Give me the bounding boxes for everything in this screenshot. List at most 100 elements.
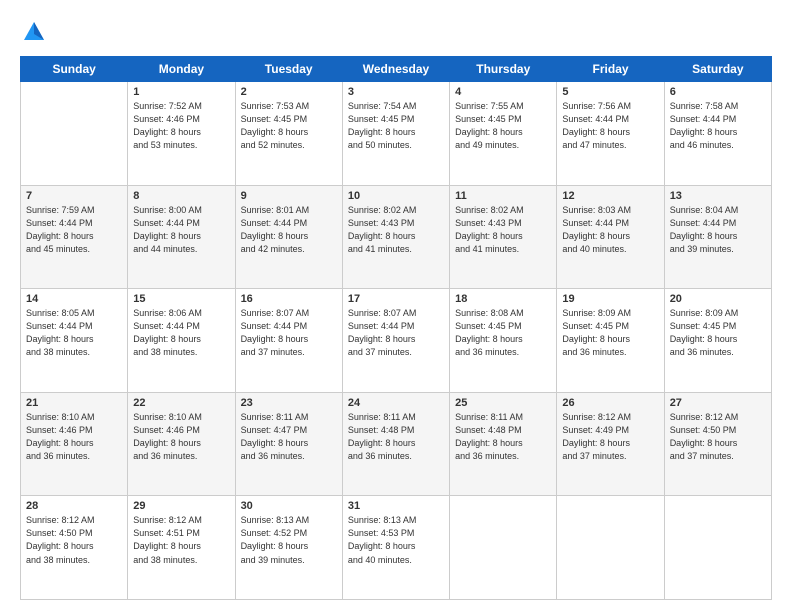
- day-info: Sunrise: 8:12 AM Sunset: 4:49 PM Dayligh…: [562, 411, 658, 463]
- day-number: 29: [133, 500, 229, 512]
- day-number: 16: [241, 293, 337, 305]
- day-number: 14: [26, 293, 122, 305]
- day-number: 30: [241, 500, 337, 512]
- day-number: 26: [562, 397, 658, 409]
- logo-icon: [20, 18, 48, 46]
- calendar-week-row: 7 Sunrise: 7:59 AM Sunset: 4:44 PM Daylig…: [21, 185, 772, 289]
- calendar-cell: 12 Sunrise: 8:03 AM Sunset: 4:44 PM Dayli…: [557, 185, 664, 289]
- day-info: Sunrise: 7:54 AM Sunset: 4:45 PM Dayligh…: [348, 100, 444, 152]
- day-info: Sunrise: 8:00 AM Sunset: 4:44 PM Dayligh…: [133, 204, 229, 256]
- day-info: Sunrise: 8:02 AM Sunset: 4:43 PM Dayligh…: [455, 204, 551, 256]
- day-number: 24: [348, 397, 444, 409]
- page: SundayMondayTuesdayWednesdayThursdayFrid…: [0, 0, 792, 612]
- day-number: 9: [241, 190, 337, 202]
- day-info: Sunrise: 8:02 AM Sunset: 4:43 PM Dayligh…: [348, 204, 444, 256]
- calendar-week-row: 21 Sunrise: 8:10 AM Sunset: 4:46 PM Dayli…: [21, 392, 772, 496]
- calendar-cell: 13 Sunrise: 8:04 AM Sunset: 4:44 PM Dayli…: [664, 185, 771, 289]
- calendar-day-header: Wednesday: [342, 57, 449, 82]
- day-info: Sunrise: 8:12 AM Sunset: 4:50 PM Dayligh…: [670, 411, 766, 463]
- calendar-cell: 2Sunrise: 7:53 AM Sunset: 4:45 PM Daylig…: [235, 82, 342, 186]
- day-info: Sunrise: 8:05 AM Sunset: 4:44 PM Dayligh…: [26, 307, 122, 359]
- calendar-cell: [557, 496, 664, 600]
- calendar-cell: 5 Sunrise: 7:56 AM Sunset: 4:44 PM Daylig…: [557, 82, 664, 186]
- day-info: Sunrise: 7:58 AM Sunset: 4:44 PM Dayligh…: [670, 100, 766, 152]
- calendar-cell: [450, 496, 557, 600]
- calendar-cell: 20 Sunrise: 8:09 AM Sunset: 4:45 PM Dayli…: [664, 289, 771, 393]
- day-info: Sunrise: 8:11 AM Sunset: 4:48 PM Dayligh…: [348, 411, 444, 463]
- calendar-day-header: Monday: [128, 57, 235, 82]
- day-number: 2: [241, 86, 337, 98]
- day-number: 15: [133, 293, 229, 305]
- calendar-cell: 1 Sunrise: 7:52 AM Sunset: 4:46 PM Daylig…: [128, 82, 235, 186]
- day-number: 4: [455, 86, 551, 98]
- day-number: 12: [562, 190, 658, 202]
- day-number: 5: [562, 86, 658, 98]
- calendar-cell: 19 Sunrise: 8:09 AM Sunset: 4:45 PM Dayli…: [557, 289, 664, 393]
- day-info: Sunrise: 8:09 AM Sunset: 4:45 PM Dayligh…: [562, 307, 658, 359]
- calendar-cell: 9 Sunrise: 8:01 AM Sunset: 4:44 PM Daylig…: [235, 185, 342, 289]
- day-info: Sunrise: 8:12 AM Sunset: 4:50 PM Dayligh…: [26, 514, 122, 566]
- calendar-week-row: 1 Sunrise: 7:52 AM Sunset: 4:46 PM Daylig…: [21, 82, 772, 186]
- day-info: Sunrise: 8:13 AM Sunset: 4:53 PM Dayligh…: [348, 514, 444, 566]
- day-number: 1: [133, 86, 229, 98]
- day-number: 31: [348, 500, 444, 512]
- day-number: 23: [241, 397, 337, 409]
- calendar-cell: 27 Sunrise: 8:12 AM Sunset: 4:50 PM Dayli…: [664, 392, 771, 496]
- day-number: 17: [348, 293, 444, 305]
- day-info: Sunrise: 7:52 AM Sunset: 4:46 PM Dayligh…: [133, 100, 229, 152]
- calendar-cell: 30 Sunrise: 8:13 AM Sunset: 4:52 PM Dayli…: [235, 496, 342, 600]
- calendar-cell: 14 Sunrise: 8:05 AM Sunset: 4:44 PM Dayli…: [21, 289, 128, 393]
- day-info: Sunrise: 8:07 AM Sunset: 4:44 PM Dayligh…: [241, 307, 337, 359]
- day-number: 22: [133, 397, 229, 409]
- day-info: Sunrise: 8:06 AM Sunset: 4:44 PM Dayligh…: [133, 307, 229, 359]
- calendar-cell: 3Sunrise: 7:54 AM Sunset: 4:45 PM Daylig…: [342, 82, 449, 186]
- day-info: Sunrise: 7:55 AM Sunset: 4:45 PM Dayligh…: [455, 100, 551, 152]
- day-number: 13: [670, 190, 766, 202]
- day-info: Sunrise: 8:07 AM Sunset: 4:44 PM Dayligh…: [348, 307, 444, 359]
- calendar-cell: 15 Sunrise: 8:06 AM Sunset: 4:44 PM Dayli…: [128, 289, 235, 393]
- calendar-cell: 8 Sunrise: 8:00 AM Sunset: 4:44 PM Daylig…: [128, 185, 235, 289]
- day-number: 20: [670, 293, 766, 305]
- calendar-cell: 28 Sunrise: 8:12 AM Sunset: 4:50 PM Dayli…: [21, 496, 128, 600]
- day-number: 18: [455, 293, 551, 305]
- calendar-cell: 29 Sunrise: 8:12 AM Sunset: 4:51 PM Dayli…: [128, 496, 235, 600]
- calendar-week-row: 14 Sunrise: 8:05 AM Sunset: 4:44 PM Dayli…: [21, 289, 772, 393]
- day-info: Sunrise: 7:56 AM Sunset: 4:44 PM Dayligh…: [562, 100, 658, 152]
- calendar-cell: 17 Sunrise: 8:07 AM Sunset: 4:44 PM Dayli…: [342, 289, 449, 393]
- calendar-cell: 23Sunrise: 8:11 AM Sunset: 4:47 PM Dayli…: [235, 392, 342, 496]
- day-info: Sunrise: 8:04 AM Sunset: 4:44 PM Dayligh…: [670, 204, 766, 256]
- day-number: 19: [562, 293, 658, 305]
- calendar-cell: [664, 496, 771, 600]
- day-info: Sunrise: 8:13 AM Sunset: 4:52 PM Dayligh…: [241, 514, 337, 566]
- calendar-cell: [21, 82, 128, 186]
- day-info: Sunrise: 8:09 AM Sunset: 4:45 PM Dayligh…: [670, 307, 766, 359]
- calendar-day-header: Friday: [557, 57, 664, 82]
- calendar-cell: 31 Sunrise: 8:13 AM Sunset: 4:53 PM Dayli…: [342, 496, 449, 600]
- day-number: 28: [26, 500, 122, 512]
- day-number: 10: [348, 190, 444, 202]
- calendar-cell: 10 Sunrise: 8:02 AM Sunset: 4:43 PM Dayli…: [342, 185, 449, 289]
- day-info: Sunrise: 7:59 AM Sunset: 4:44 PM Dayligh…: [26, 204, 122, 256]
- calendar-cell: 16 Sunrise: 8:07 AM Sunset: 4:44 PM Dayli…: [235, 289, 342, 393]
- day-number: 27: [670, 397, 766, 409]
- calendar-cell: 11 Sunrise: 8:02 AM Sunset: 4:43 PM Dayli…: [450, 185, 557, 289]
- day-number: 11: [455, 190, 551, 202]
- day-info: Sunrise: 8:12 AM Sunset: 4:51 PM Dayligh…: [133, 514, 229, 566]
- day-info: Sunrise: 8:01 AM Sunset: 4:44 PM Dayligh…: [241, 204, 337, 256]
- day-info: Sunrise: 8:10 AM Sunset: 4:46 PM Dayligh…: [133, 411, 229, 463]
- day-number: 21: [26, 397, 122, 409]
- day-info: Sunrise: 8:08 AM Sunset: 4:45 PM Dayligh…: [455, 307, 551, 359]
- calendar-table: SundayMondayTuesdayWednesdayThursdayFrid…: [20, 56, 772, 600]
- calendar-week-row: 28 Sunrise: 8:12 AM Sunset: 4:50 PM Dayli…: [21, 496, 772, 600]
- calendar-cell: 25Sunrise: 8:11 AM Sunset: 4:48 PM Dayli…: [450, 392, 557, 496]
- calendar-header-row: SundayMondayTuesdayWednesdayThursdayFrid…: [21, 57, 772, 82]
- calendar-day-header: Thursday: [450, 57, 557, 82]
- day-info: Sunrise: 8:03 AM Sunset: 4:44 PM Dayligh…: [562, 204, 658, 256]
- day-info: Sunrise: 8:10 AM Sunset: 4:46 PM Dayligh…: [26, 411, 122, 463]
- calendar-day-header: Saturday: [664, 57, 771, 82]
- day-number: 8: [133, 190, 229, 202]
- day-number: 25: [455, 397, 551, 409]
- calendar-cell: 7 Sunrise: 7:59 AM Sunset: 4:44 PM Daylig…: [21, 185, 128, 289]
- day-number: 7: [26, 190, 122, 202]
- calendar-cell: 26 Sunrise: 8:12 AM Sunset: 4:49 PM Dayli…: [557, 392, 664, 496]
